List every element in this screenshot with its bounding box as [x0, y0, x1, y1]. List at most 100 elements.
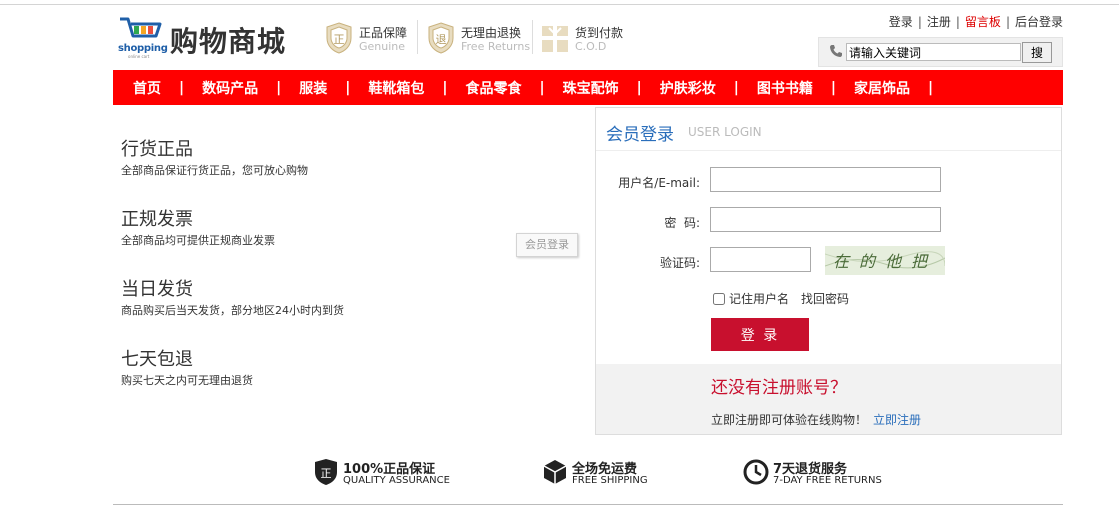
nav-item-food[interactable]: 食品零食 |	[466, 78, 563, 98]
nav-label: 首页	[133, 80, 161, 97]
nav-separator: |	[636, 79, 642, 96]
nav-separator: |	[442, 79, 448, 96]
nav-item-clothing[interactable]: 服装 |	[299, 78, 368, 98]
badge-divider	[532, 20, 533, 54]
member-login-tag[interactable]: 会员登录	[516, 233, 578, 257]
service-glyph: 正	[321, 467, 332, 480]
nav-label: 鞋靴箱包	[368, 80, 425, 97]
password-field[interactable]	[710, 207, 941, 232]
message-board-link[interactable]: 留言板	[965, 15, 1001, 29]
login-submit-button[interactable]: 登 录	[711, 318, 809, 351]
nav-item-home[interactable]: 首页 |	[133, 78, 202, 98]
badge-divider	[417, 20, 418, 54]
nav-separator: |	[830, 79, 836, 96]
nav-item-home-decor[interactable]: 家居饰品 |	[854, 78, 951, 98]
badge-en: Genuine	[359, 40, 406, 53]
captcha-label: 验证码:	[659, 256, 700, 270]
logo-subtext: online cart	[128, 54, 150, 59]
login-header: 会员登录 USER LOGIN	[596, 108, 1061, 151]
nav-label: 图书书籍	[756, 80, 813, 97]
bottom-divider	[113, 504, 1063, 505]
nav-separator: |	[928, 79, 934, 96]
nav-separator: |	[276, 79, 282, 96]
service-en: QUALITY ASSURANCE	[343, 475, 450, 486]
register-now-link[interactable]: 立即注册	[873, 413, 921, 427]
main-nav: 首页 | 数码产品 | 服装 | 鞋靴箱包 | 食品零食 | 珠宝配饰 | 护肤彩妆 | 图书…	[113, 70, 1063, 105]
badge-en: C.O.D	[575, 40, 607, 53]
service-bar: 正 100%正品保证 QUALITY ASSURANCE 全场免运费 FREE …	[0, 455, 1119, 495]
remember-row: 记住用户名 找回密码	[713, 290, 849, 307]
nav-label: 家居饰品	[854, 80, 910, 97]
nav-separator: |	[345, 79, 351, 96]
feature-title: 行货正品	[121, 139, 193, 160]
shield-quality-icon: 正	[315, 459, 337, 485]
box-shipping-icon	[543, 460, 567, 484]
nav-label: 服装	[299, 80, 328, 97]
feature-title: 正规发票	[121, 209, 193, 230]
badge-title: 正品保障	[359, 26, 408, 40]
remember-checkbox[interactable]	[713, 292, 725, 305]
clock-return-icon	[743, 459, 769, 485]
top-divider	[0, 4, 1119, 5]
feature-title: 七天包退	[121, 349, 193, 370]
register-link[interactable]: 注册	[927, 15, 951, 29]
login-title-en: USER LOGIN	[688, 125, 762, 139]
gift-box-icon	[542, 26, 568, 52]
site-logo[interactable]: shopping online cart 购物商城	[118, 16, 308, 60]
search-button[interactable]: 搜	[1022, 42, 1052, 63]
link-separator: |	[955, 15, 960, 29]
nav-label: 数码产品	[202, 80, 259, 97]
feature-item: 正规发票 全部商品均可提供正规商业发票	[121, 205, 275, 248]
register-question: 还没有注册账号？	[711, 378, 847, 398]
badge-en: Free Returns	[461, 40, 531, 53]
shield-zheng-icon: 正	[326, 22, 352, 54]
username-label: 用户名/E-mail:	[618, 176, 700, 190]
login-link[interactable]: 登录	[889, 15, 913, 29]
link-separator: |	[1005, 15, 1010, 29]
captcha-field[interactable]	[710, 247, 811, 272]
badge-glyph: 正	[334, 33, 345, 46]
register-note-text: 立即注册即可体验在线购物！	[711, 413, 868, 427]
feature-item: 当日发货 商品购买后当天发货，部分地区24小时内到货	[121, 275, 344, 318]
username-field[interactable]	[710, 167, 941, 192]
login-title: 会员登录	[606, 125, 674, 145]
feature-desc: 购买七天之内可无理由退货	[121, 374, 253, 387]
captcha-text: 在的他把	[833, 252, 937, 271]
feature-desc: 全部商品保证行货正品，您可放心购物	[121, 164, 308, 177]
register-note: 立即注册即可体验在线购物！ 立即注册	[711, 411, 921, 428]
forgot-password-link[interactable]: 找回密码	[801, 290, 849, 307]
feature-item: 行货正品 全部商品保证行货正品，您可放心购物	[121, 135, 308, 178]
search-bar: 搜	[818, 37, 1063, 67]
feature-desc: 全部商品均可提供正规商业发票	[121, 234, 275, 247]
feature-item: 七天包退 购买七天之内可无理由退货	[121, 345, 253, 388]
nav-separator: |	[539, 79, 545, 96]
badge-title: 无理由退换	[461, 26, 522, 40]
nav-item-digital[interactable]: 数码产品 |	[202, 78, 299, 98]
nav-separator: |	[179, 79, 185, 96]
shield-tui-icon: 退	[428, 22, 454, 54]
nav-separator: |	[733, 79, 739, 96]
remember-label: 记住用户名	[729, 292, 790, 306]
site-title: 购物商城	[170, 25, 287, 58]
nav-item-cosmetics[interactable]: 护肤彩妆 |	[660, 78, 757, 98]
nav-item-jewelry[interactable]: 珠宝配饰 |	[563, 78, 660, 98]
badge-title: 货到付款	[575, 26, 624, 40]
password-label: 密 码:	[664, 216, 700, 230]
nav-label: 护肤彩妆	[659, 80, 716, 97]
login-panel: 会员登录 USER LOGIN 用户名/E-mail: 密 码: 验证码: 在的…	[595, 107, 1062, 435]
search-input[interactable]	[846, 43, 1021, 61]
captcha-image[interactable]: 在的他把	[825, 246, 945, 275]
nav-item-books[interactable]: 图书书籍 |	[757, 78, 854, 98]
nav-label: 珠宝配饰	[562, 80, 619, 97]
nav-item-shoes-bags[interactable]: 鞋靴箱包 |	[368, 78, 465, 98]
phone-icon	[830, 45, 842, 57]
service-en: 7-DAY FREE RETURNS	[773, 475, 882, 486]
badge-glyph: 退	[436, 33, 447, 46]
link-separator: |	[917, 15, 922, 29]
admin-login-link[interactable]: 后台登录	[1015, 15, 1063, 29]
top-links: 登录 | 注册 | 留言板 | 后台登录	[889, 13, 1063, 30]
feature-title: 当日发货	[121, 279, 193, 300]
service-en: FREE SHIPPING	[572, 475, 648, 486]
feature-desc: 商品购买后当天发货，部分地区24小时内到货	[121, 304, 344, 317]
nav-label: 食品零食	[465, 80, 522, 97]
